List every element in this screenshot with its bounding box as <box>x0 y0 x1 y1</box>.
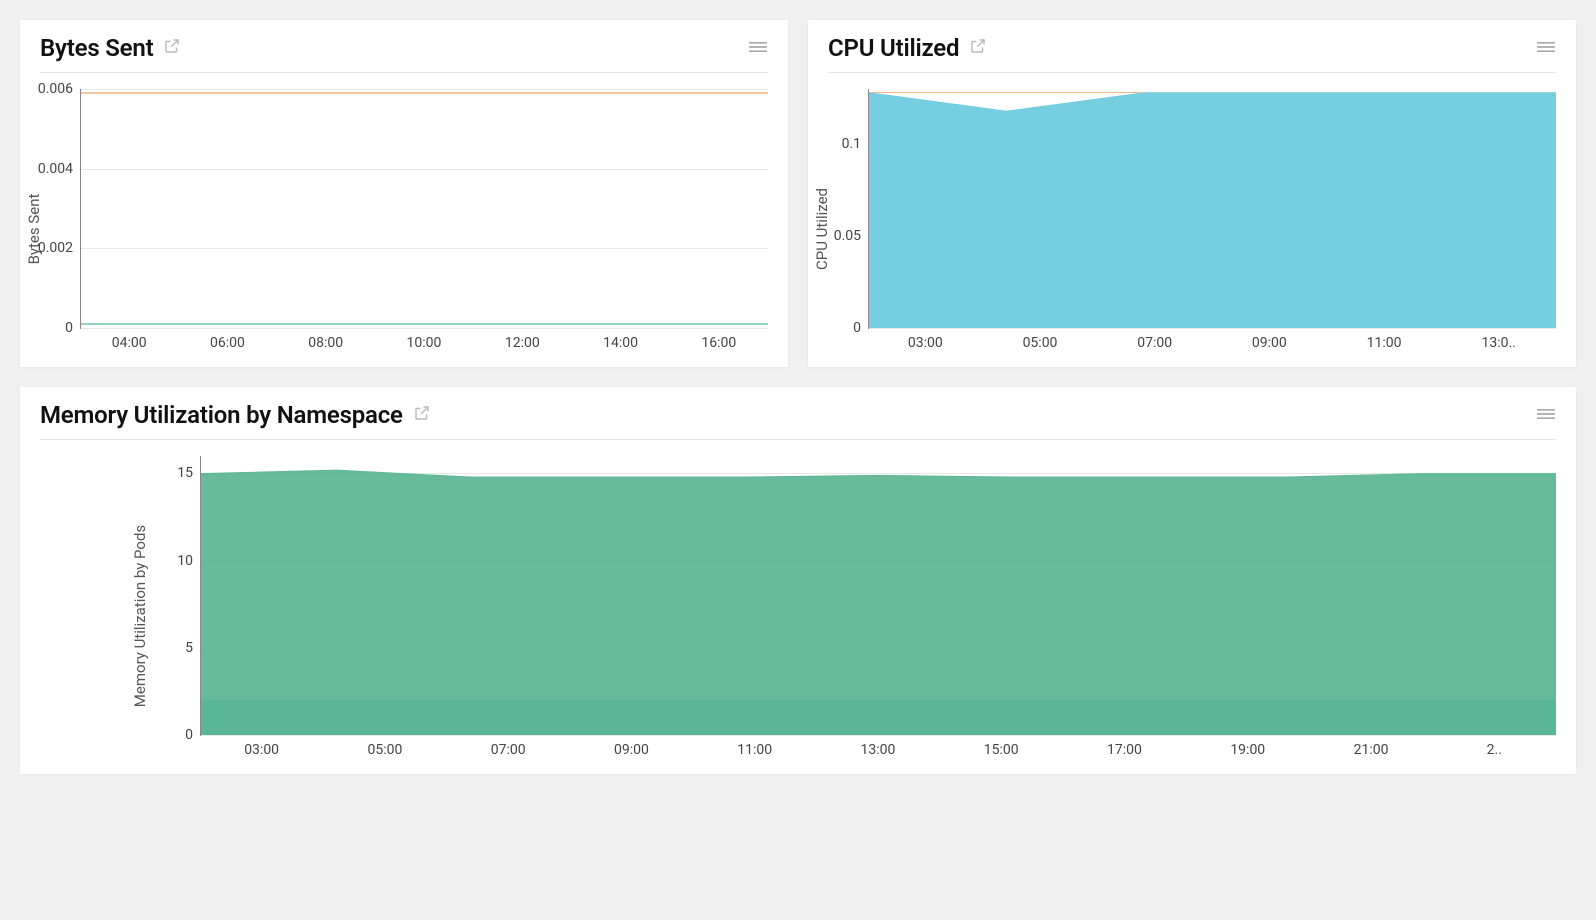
x-tick-label: 07:00 <box>447 742 570 758</box>
y-tick-label: 10 <box>177 553 201 569</box>
x-tick-label: 2.. <box>1433 742 1556 758</box>
x-axis-ticks: 03:0005:0007:0009:0011:0013:0015:0017:00… <box>200 742 1556 758</box>
x-tick-label: 21:00 <box>1309 742 1432 758</box>
y-tick-label: 0 <box>853 320 869 336</box>
panel-title: Bytes Sent <box>40 34 153 62</box>
y-tick-label: 5 <box>185 640 201 656</box>
y-tick-label: 0.004 <box>38 161 81 177</box>
plot-area: 051015 <box>200 456 1556 736</box>
y-tick-label: 0.1 <box>842 136 869 152</box>
x-tick-label: 19:00 <box>1186 742 1309 758</box>
x-tick-label: 15:00 <box>940 742 1063 758</box>
hamburger-menu-icon[interactable] <box>748 39 768 58</box>
panel-title-wrap: Bytes Sent <box>40 34 181 62</box>
x-tick-label: 05:00 <box>983 335 1098 351</box>
x-tick-label: 16:00 <box>670 335 768 351</box>
panel-header: Bytes Sent <box>40 34 768 73</box>
external-link-icon[interactable] <box>163 37 181 59</box>
x-axis-ticks: 03:0005:0007:0009:0011:0013:0.. <box>868 335 1556 351</box>
panel-cpu-utilized: CPU Utilized CPU Utilized 00.050.1 03:00… <box>808 20 1576 367</box>
external-link-icon[interactable] <box>413 404 431 426</box>
plot-area: 00.0020.0040.006 <box>80 89 768 329</box>
y-tick-label: 0.002 <box>38 240 81 256</box>
x-tick-label: 14:00 <box>571 335 669 351</box>
panel-title-wrap: CPU Utilized <box>828 34 987 62</box>
x-tick-label: 08:00 <box>277 335 375 351</box>
panel-title-wrap: Memory Utilization by Namespace <box>40 401 431 429</box>
hamburger-menu-icon[interactable] <box>1536 39 1556 58</box>
x-tick-label: 11:00 <box>693 742 816 758</box>
panel-bytes-sent: Bytes Sent Bytes Sent 00.0020.0040.006 0… <box>20 20 788 367</box>
bytes-sent-chart: Bytes Sent 00.0020.0040.006 04:0006:0008… <box>40 89 768 351</box>
external-link-icon[interactable] <box>969 37 987 59</box>
y-tick-label: 0 <box>65 320 81 336</box>
y-axis-label: CPU Utilized <box>813 188 831 270</box>
x-tick-label: 13:00 <box>816 742 939 758</box>
cpu-utilized-chart: CPU Utilized 00.050.1 03:0005:0007:0009:… <box>828 89 1556 351</box>
x-tick-label: 11:00 <box>1327 335 1442 351</box>
x-tick-label: 09:00 <box>1212 335 1327 351</box>
x-tick-label: 12:00 <box>473 335 571 351</box>
x-tick-label: 17:00 <box>1063 742 1186 758</box>
x-tick-label: 13:0.. <box>1441 335 1556 351</box>
x-tick-label: 03:00 <box>200 742 323 758</box>
panel-title: CPU Utilized <box>828 34 959 62</box>
panel-header: CPU Utilized <box>828 34 1556 73</box>
panel-title: Memory Utilization by Namespace <box>40 401 403 429</box>
x-tick-label: 10:00 <box>375 335 473 351</box>
dashboard-grid: Bytes Sent Bytes Sent 00.0020.0040.006 0… <box>20 20 1576 774</box>
memory-utilization-chart: Memory Utilization by Pods 051015 03:000… <box>40 456 1556 758</box>
panel-header: Memory Utilization by Namespace <box>40 401 1556 440</box>
y-tick-label: 0 <box>185 727 201 743</box>
y-axis-label: Memory Utilization by Pods <box>131 525 149 707</box>
y-tick-label: 0.05 <box>834 228 869 244</box>
y-tick-label: 15 <box>177 465 201 481</box>
plot-area: 00.050.1 <box>868 89 1556 329</box>
x-axis-ticks: 04:0006:0008:0010:0012:0014:0016:00 <box>80 335 768 351</box>
x-tick-label: 06:00 <box>178 335 276 351</box>
x-tick-label: 03:00 <box>868 335 983 351</box>
y-tick-label: 0.006 <box>38 81 81 97</box>
panel-memory-utilization: Memory Utilization by Namespace Memory U… <box>20 387 1576 774</box>
x-tick-label: 05:00 <box>323 742 446 758</box>
x-tick-label: 04:00 <box>80 335 178 351</box>
x-tick-label: 07:00 <box>1097 335 1212 351</box>
x-tick-label: 09:00 <box>570 742 693 758</box>
hamburger-menu-icon[interactable] <box>1536 406 1556 425</box>
